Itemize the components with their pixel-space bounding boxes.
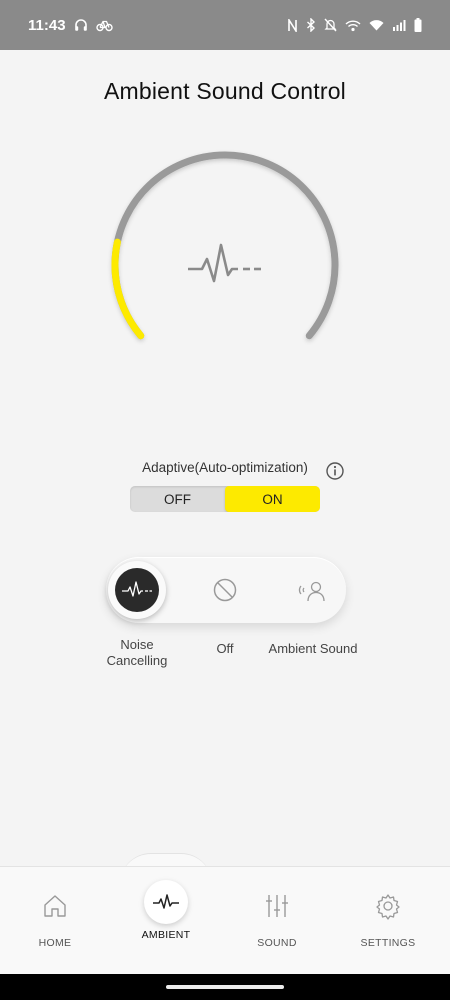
mode-noise-cancelling-knob: [115, 568, 159, 612]
adaptive-label-row: Adaptive(Auto-optimization): [0, 460, 450, 475]
wifi-icon: [369, 20, 384, 31]
off-icon: [213, 578, 237, 602]
home-icon: [44, 895, 66, 917]
status-time: 11:43: [28, 16, 66, 34]
info-icon[interactable]: [325, 461, 345, 481]
ambient-sound-icon: [298, 581, 325, 602]
bicycle-icon: [95, 20, 113, 32]
mode-off-button[interactable]: [206, 573, 244, 607]
mode-noise-cancelling-button[interactable]: [108, 561, 166, 619]
nav-ambient-icon-wrap: [144, 880, 188, 924]
mode-label-ambient-sound: Ambient Sound: [268, 641, 358, 656]
nav-sound-icon-wrap: [264, 891, 290, 921]
bottom-nav: HOME AMBIENT SOUND SETTINGS: [0, 866, 450, 975]
gear-icon: [376, 894, 400, 920]
gauge-track: [111, 151, 339, 340]
waveform-icon: [153, 894, 179, 909]
nav-ambient-label: AMBIENT: [141, 929, 191, 941]
wifi-call-icon: [345, 19, 361, 31]
nav-home[interactable]: HOME: [0, 867, 110, 975]
status-left: 11:43: [28, 17, 113, 34]
nav-settings-icon-wrap: [374, 891, 402, 921]
status-bar: 11:43: [0, 0, 450, 50]
adaptive-toggle[interactable]: OFF ON: [130, 486, 320, 512]
adaptive-off-button[interactable]: OFF: [130, 486, 225, 512]
noise-cancelling-icon: [122, 581, 152, 597]
waveform-icon: [188, 243, 261, 283]
nav-sound-label: SOUND: [257, 937, 297, 949]
bluetooth-icon: [307, 18, 316, 32]
battery-icon: [414, 18, 422, 32]
mute-icon: [324, 18, 337, 32]
headphones-icon: [74, 19, 87, 31]
nfc-icon: [288, 18, 297, 32]
nav-sound[interactable]: SOUND: [222, 867, 332, 975]
adaptive-on-button[interactable]: ON: [225, 486, 320, 512]
nav-home-label: HOME: [38, 937, 72, 949]
mode-ambient-sound-button[interactable]: [292, 573, 334, 607]
equalizer-icon: [266, 895, 288, 917]
nav-ambient-circle: [144, 880, 188, 924]
status-right: [287, 18, 422, 32]
nav-ambient[interactable]: AMBIENT: [111, 867, 221, 975]
adaptive-label: Adaptive(Auto-optimization): [142, 460, 308, 475]
sound-level-gauge[interactable]: [100, 145, 350, 365]
nav-home-icon-wrap: [42, 891, 68, 921]
signal-icon: [393, 20, 406, 31]
home-indicator[interactable]: [166, 985, 284, 989]
mode-label-off: Off: [216, 641, 234, 656]
mode-label-noise-cancelling: Noise Cancelling: [106, 637, 168, 668]
page-title: Ambient Sound Control: [103, 78, 346, 104]
nav-settings[interactable]: SETTINGS: [333, 867, 443, 975]
nav-settings-label: SETTINGS: [360, 937, 416, 949]
